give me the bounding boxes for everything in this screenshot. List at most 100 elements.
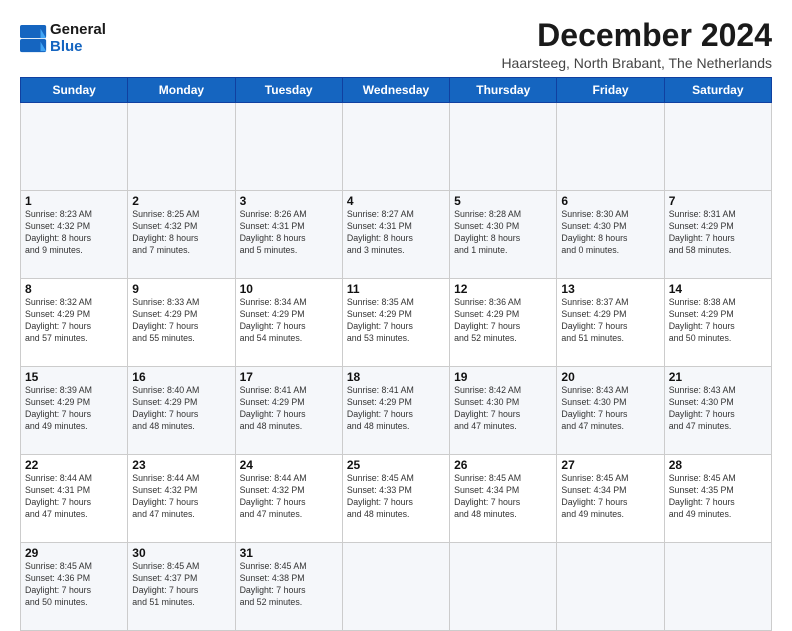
day-number: 6 bbox=[561, 194, 659, 208]
day-info: Sunrise: 8:35 AMSunset: 4:29 PMDaylight:… bbox=[347, 297, 445, 345]
calendar-cell bbox=[450, 103, 557, 191]
calendar-cell bbox=[128, 103, 235, 191]
day-info: Sunrise: 8:45 AMSunset: 4:33 PMDaylight:… bbox=[347, 473, 445, 521]
day-number: 23 bbox=[132, 458, 230, 472]
day-number: 26 bbox=[454, 458, 552, 472]
calendar-cell bbox=[342, 543, 449, 631]
calendar-cell: 4Sunrise: 8:27 AMSunset: 4:31 PMDaylight… bbox=[342, 191, 449, 279]
day-number: 30 bbox=[132, 546, 230, 560]
day-number: 19 bbox=[454, 370, 552, 384]
calendar-week-2: 1Sunrise: 8:23 AMSunset: 4:32 PMDaylight… bbox=[21, 191, 772, 279]
day-info: Sunrise: 8:30 AMSunset: 4:30 PMDaylight:… bbox=[561, 209, 659, 257]
day-info: Sunrise: 8:45 AMSunset: 4:35 PMDaylight:… bbox=[669, 473, 767, 521]
calendar-cell: 21Sunrise: 8:43 AMSunset: 4:30 PMDayligh… bbox=[664, 367, 771, 455]
calendar-cell: 24Sunrise: 8:44 AMSunset: 4:32 PMDayligh… bbox=[235, 455, 342, 543]
calendar-cell: 27Sunrise: 8:45 AMSunset: 4:34 PMDayligh… bbox=[557, 455, 664, 543]
col-header-tuesday: Tuesday bbox=[235, 78, 342, 103]
day-info: Sunrise: 8:32 AMSunset: 4:29 PMDaylight:… bbox=[25, 297, 123, 345]
calendar-cell: 11Sunrise: 8:35 AMSunset: 4:29 PMDayligh… bbox=[342, 279, 449, 367]
calendar-cell bbox=[235, 103, 342, 191]
calendar-cell: 6Sunrise: 8:30 AMSunset: 4:30 PMDaylight… bbox=[557, 191, 664, 279]
day-number: 5 bbox=[454, 194, 552, 208]
calendar-cell: 20Sunrise: 8:43 AMSunset: 4:30 PMDayligh… bbox=[557, 367, 664, 455]
day-number: 12 bbox=[454, 282, 552, 296]
calendar-header-row: SundayMondayTuesdayWednesdayThursdayFrid… bbox=[21, 78, 772, 103]
calendar-cell bbox=[664, 543, 771, 631]
day-number: 7 bbox=[669, 194, 767, 208]
day-number: 22 bbox=[25, 458, 123, 472]
day-number: 15 bbox=[25, 370, 123, 384]
logo: General Blue bbox=[20, 22, 106, 55]
day-info: Sunrise: 8:43 AMSunset: 4:30 PMDaylight:… bbox=[669, 385, 767, 433]
day-info: Sunrise: 8:41 AMSunset: 4:29 PMDaylight:… bbox=[347, 385, 445, 433]
calendar-cell: 14Sunrise: 8:38 AMSunset: 4:29 PMDayligh… bbox=[664, 279, 771, 367]
day-number: 13 bbox=[561, 282, 659, 296]
day-info: Sunrise: 8:33 AMSunset: 4:29 PMDaylight:… bbox=[132, 297, 230, 345]
day-info: Sunrise: 8:45 AMSunset: 4:34 PMDaylight:… bbox=[454, 473, 552, 521]
day-number: 9 bbox=[132, 282, 230, 296]
calendar-cell: 26Sunrise: 8:45 AMSunset: 4:34 PMDayligh… bbox=[450, 455, 557, 543]
day-info: Sunrise: 8:40 AMSunset: 4:29 PMDaylight:… bbox=[132, 385, 230, 433]
col-header-monday: Monday bbox=[128, 78, 235, 103]
day-number: 18 bbox=[347, 370, 445, 384]
subtitle: Haarsteeg, North Brabant, The Netherland… bbox=[501, 55, 772, 71]
col-header-wednesday: Wednesday bbox=[342, 78, 449, 103]
calendar-cell: 8Sunrise: 8:32 AMSunset: 4:29 PMDaylight… bbox=[21, 279, 128, 367]
day-number: 28 bbox=[669, 458, 767, 472]
calendar-cell: 18Sunrise: 8:41 AMSunset: 4:29 PMDayligh… bbox=[342, 367, 449, 455]
calendar-cell bbox=[557, 543, 664, 631]
calendar-cell: 7Sunrise: 8:31 AMSunset: 4:29 PMDaylight… bbox=[664, 191, 771, 279]
day-number: 2 bbox=[132, 194, 230, 208]
calendar-week-3: 8Sunrise: 8:32 AMSunset: 4:29 PMDaylight… bbox=[21, 279, 772, 367]
calendar-table: SundayMondayTuesdayWednesdayThursdayFrid… bbox=[20, 77, 772, 631]
day-info: Sunrise: 8:25 AMSunset: 4:32 PMDaylight:… bbox=[132, 209, 230, 257]
calendar-cell: 9Sunrise: 8:33 AMSunset: 4:29 PMDaylight… bbox=[128, 279, 235, 367]
day-info: Sunrise: 8:27 AMSunset: 4:31 PMDaylight:… bbox=[347, 209, 445, 257]
col-header-sunday: Sunday bbox=[21, 78, 128, 103]
day-number: 16 bbox=[132, 370, 230, 384]
day-number: 20 bbox=[561, 370, 659, 384]
calendar-cell: 3Sunrise: 8:26 AMSunset: 4:31 PMDaylight… bbox=[235, 191, 342, 279]
day-number: 8 bbox=[25, 282, 123, 296]
day-number: 24 bbox=[240, 458, 338, 472]
day-number: 14 bbox=[669, 282, 767, 296]
day-info: Sunrise: 8:45 AMSunset: 4:38 PMDaylight:… bbox=[240, 561, 338, 609]
col-header-thursday: Thursday bbox=[450, 78, 557, 103]
day-number: 27 bbox=[561, 458, 659, 472]
day-info: Sunrise: 8:37 AMSunset: 4:29 PMDaylight:… bbox=[561, 297, 659, 345]
page: General Blue December 2024 Haarsteeg, No… bbox=[0, 0, 792, 612]
calendar-cell: 15Sunrise: 8:39 AMSunset: 4:29 PMDayligh… bbox=[21, 367, 128, 455]
header: General Blue December 2024 Haarsteeg, No… bbox=[20, 18, 772, 71]
calendar-week-4: 15Sunrise: 8:39 AMSunset: 4:29 PMDayligh… bbox=[21, 367, 772, 455]
day-info: Sunrise: 8:41 AMSunset: 4:29 PMDaylight:… bbox=[240, 385, 338, 433]
calendar-week-6: 29Sunrise: 8:45 AMSunset: 4:36 PMDayligh… bbox=[21, 543, 772, 631]
calendar-cell: 1Sunrise: 8:23 AMSunset: 4:32 PMDaylight… bbox=[21, 191, 128, 279]
day-info: Sunrise: 8:43 AMSunset: 4:30 PMDaylight:… bbox=[561, 385, 659, 433]
title-section: December 2024 Haarsteeg, North Brabant, … bbox=[501, 18, 772, 71]
calendar-cell bbox=[21, 103, 128, 191]
calendar-cell: 31Sunrise: 8:45 AMSunset: 4:38 PMDayligh… bbox=[235, 543, 342, 631]
day-number: 29 bbox=[25, 546, 123, 560]
day-number: 11 bbox=[347, 282, 445, 296]
calendar-week-1 bbox=[21, 103, 772, 191]
day-info: Sunrise: 8:44 AMSunset: 4:32 PMDaylight:… bbox=[132, 473, 230, 521]
calendar-cell: 10Sunrise: 8:34 AMSunset: 4:29 PMDayligh… bbox=[235, 279, 342, 367]
logo-icon bbox=[20, 25, 48, 53]
day-info: Sunrise: 8:26 AMSunset: 4:31 PMDaylight:… bbox=[240, 209, 338, 257]
day-number: 4 bbox=[347, 194, 445, 208]
logo-text: General Blue bbox=[50, 22, 106, 55]
day-info: Sunrise: 8:42 AMSunset: 4:30 PMDaylight:… bbox=[454, 385, 552, 433]
calendar-week-5: 22Sunrise: 8:44 AMSunset: 4:31 PMDayligh… bbox=[21, 455, 772, 543]
day-info: Sunrise: 8:38 AMSunset: 4:29 PMDaylight:… bbox=[669, 297, 767, 345]
calendar-cell bbox=[450, 543, 557, 631]
calendar-cell: 13Sunrise: 8:37 AMSunset: 4:29 PMDayligh… bbox=[557, 279, 664, 367]
day-info: Sunrise: 8:45 AMSunset: 4:36 PMDaylight:… bbox=[25, 561, 123, 609]
calendar-cell bbox=[342, 103, 449, 191]
day-number: 31 bbox=[240, 546, 338, 560]
day-number: 3 bbox=[240, 194, 338, 208]
calendar-cell: 28Sunrise: 8:45 AMSunset: 4:35 PMDayligh… bbox=[664, 455, 771, 543]
calendar-cell: 23Sunrise: 8:44 AMSunset: 4:32 PMDayligh… bbox=[128, 455, 235, 543]
col-header-saturday: Saturday bbox=[664, 78, 771, 103]
day-info: Sunrise: 8:34 AMSunset: 4:29 PMDaylight:… bbox=[240, 297, 338, 345]
calendar-cell: 22Sunrise: 8:44 AMSunset: 4:31 PMDayligh… bbox=[21, 455, 128, 543]
